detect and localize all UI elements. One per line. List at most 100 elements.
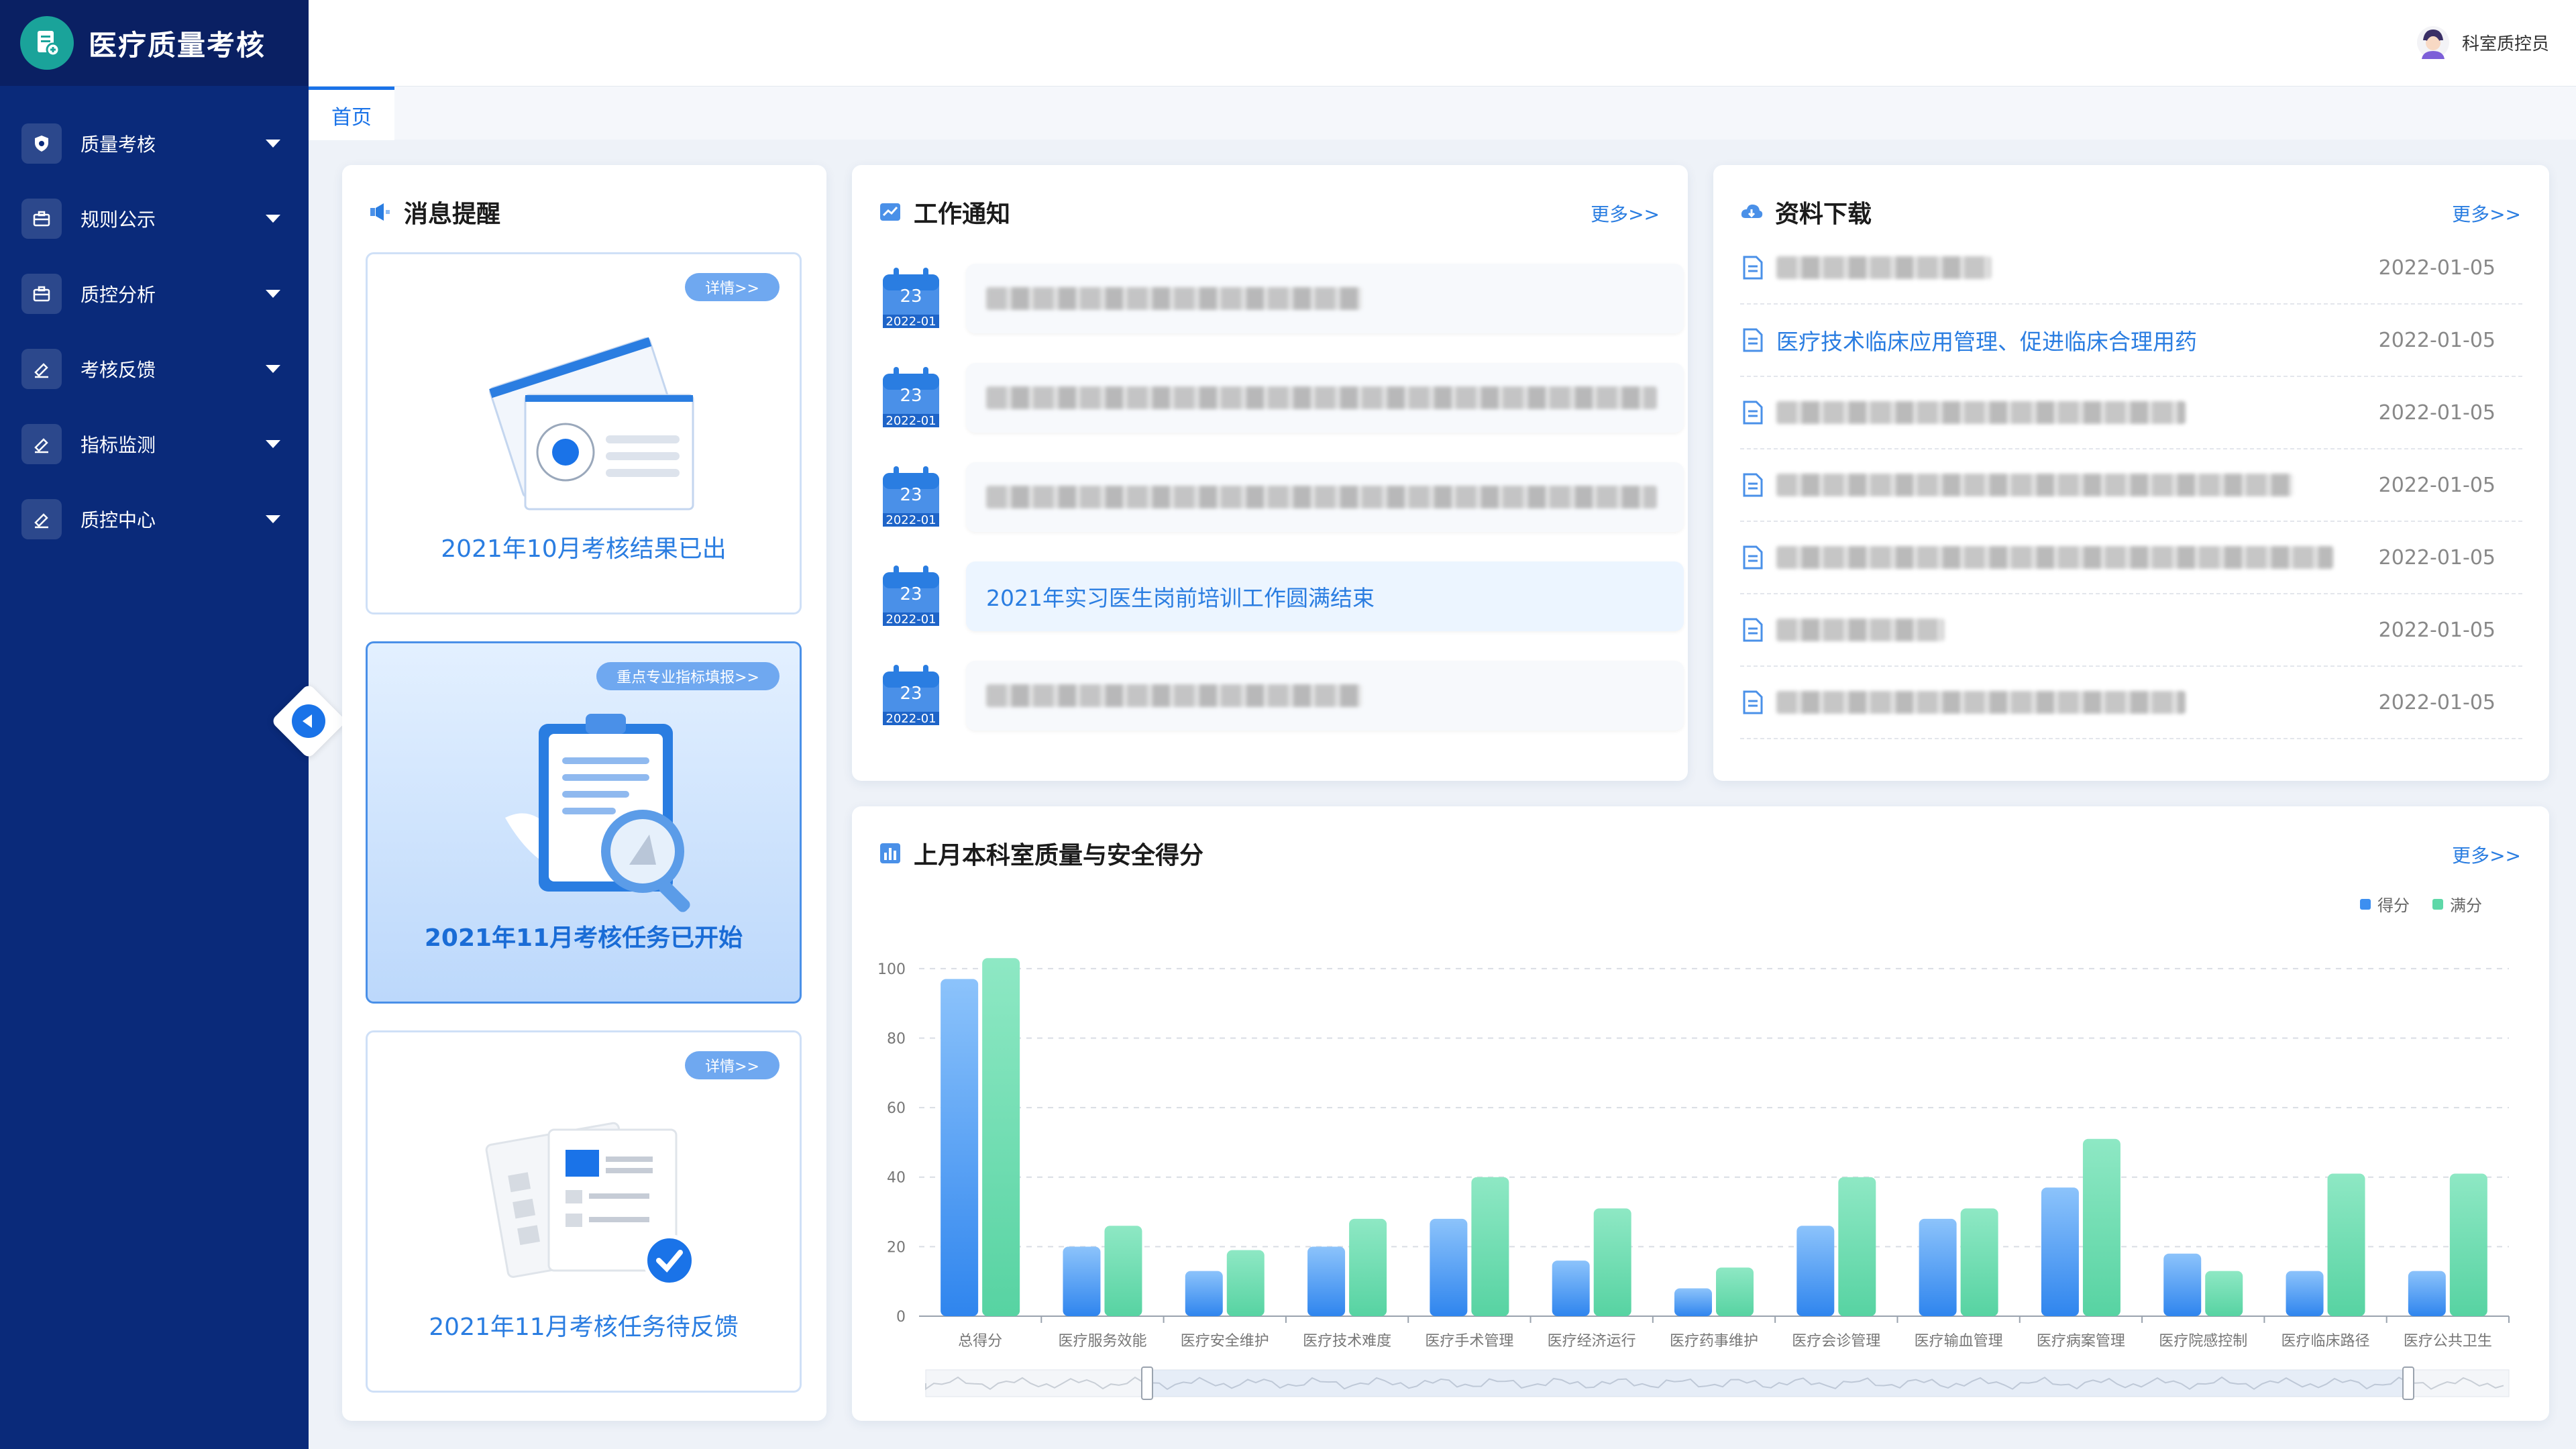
notices-more-link[interactable]: 更多>> xyxy=(1591,200,1660,227)
sidebar-item-2[interactable]: 质控分析 xyxy=(0,256,309,331)
bar-full-score xyxy=(982,958,1020,1316)
notice-box[interactable] xyxy=(966,661,1684,731)
download-item[interactable]: 2022-01-05 xyxy=(1740,377,2522,449)
y-tick-label: 100 xyxy=(877,961,906,978)
briefcase-icon xyxy=(21,274,62,314)
sidebar-item-label: 规则公示 xyxy=(80,209,156,231)
bar-score xyxy=(2041,1187,2079,1316)
message-card-task-started[interactable]: 重点专业指标填报>> 2021年11月考核任务已开始 xyxy=(366,641,802,1004)
caret-down-icon xyxy=(266,515,280,523)
notice-title[interactable]: 2021年实习医生岗前培训工作圆满结束 xyxy=(986,580,1375,612)
redacted-text xyxy=(986,486,1657,508)
y-tick-label: 0 xyxy=(896,1309,906,1326)
download-title[interactable]: 医疗技术临床应用管理、促进临床合理用药 xyxy=(1776,324,2197,356)
key-indicator-fill-link[interactable]: 重点专业指标填报>> xyxy=(596,662,780,690)
bar-full-score xyxy=(2082,1138,2121,1316)
document-icon xyxy=(1743,545,1763,570)
sidebar: 医疗质量考核 质量考核规则公示质控分析考核反馈指标监测质控中心 xyxy=(0,0,309,1449)
downloads-title: 资料下载 xyxy=(1775,201,1872,228)
messages-panel: 消息提醒 详情>> 2021年10月考核结果已出 重点专业指标填报>> 2021… xyxy=(342,165,826,1421)
download-item[interactable]: 2022-01-05 xyxy=(1740,449,2522,522)
bar-score xyxy=(1185,1271,1223,1316)
sidebar-item-label: 质量考核 xyxy=(80,133,156,156)
calendar-month: 2022-01 xyxy=(885,315,936,329)
avatar xyxy=(2416,26,2449,59)
message-card-task-feedback[interactable]: 详情>> 2021年11月考核任务待反馈 xyxy=(366,1030,802,1393)
bar-score xyxy=(2408,1271,2446,1316)
calendar-month: 2022-01 xyxy=(885,612,936,627)
download-item[interactable]: 2022-01-05 xyxy=(1740,232,2522,305)
downloads-panel: 资料下载 更多>> 2022-01-05 医疗技术临床应用管理、促进临床合理用药 2… xyxy=(1713,165,2549,781)
bar-full-score xyxy=(2327,1173,2365,1316)
app-logo[interactable]: 医疗质量考核 xyxy=(0,0,309,86)
report-illustration-icon xyxy=(489,337,694,511)
x-tick-label: 医疗输血管理 xyxy=(1915,1333,2003,1350)
notice-box[interactable]: 2021年实习医生岗前培训工作圆满结束 xyxy=(966,561,1684,631)
bar-score xyxy=(1919,1218,1957,1316)
chevron-left-icon xyxy=(292,704,325,738)
topbar: 科室质控员 xyxy=(309,0,2576,86)
download-item[interactable]: 2022-01-05 xyxy=(1740,667,2522,739)
download-date: 2022-01-05 xyxy=(2378,690,2496,714)
caret-down-icon xyxy=(266,290,280,298)
data-zoom-handle-left[interactable] xyxy=(1141,1366,1153,1400)
redacted-text xyxy=(1776,401,2186,424)
notice-box[interactable] xyxy=(966,264,1684,333)
download-date: 2022-01-05 xyxy=(2378,328,2496,352)
calendar-day: 23 xyxy=(900,386,922,406)
bar-full-score xyxy=(2449,1173,2487,1316)
y-tick-label: 40 xyxy=(887,1170,906,1187)
notice-item[interactable]: 23 2022-01 2021年实习医生岗前培训工作圆满结束 xyxy=(879,559,1684,633)
redacted-text xyxy=(1776,691,2186,714)
download-date: 2022-01-05 xyxy=(2378,256,2496,280)
redacted-text xyxy=(986,386,1657,409)
caret-down-icon xyxy=(266,215,280,223)
user-menu[interactable]: 科室质控员 xyxy=(2416,25,2549,59)
pen-icon xyxy=(21,499,62,539)
bar-full-score xyxy=(1716,1267,1754,1316)
bar-full-score xyxy=(1349,1218,1387,1316)
work-notices-title: 工作通知 xyxy=(914,201,1011,228)
sidebar-item-0[interactable]: 质量考核 xyxy=(0,106,309,181)
x-tick-label: 总得分 xyxy=(958,1333,1002,1350)
tab-home[interactable]: 首页 xyxy=(309,87,394,140)
sidebar-item-label: 质控中心 xyxy=(80,509,156,531)
bar-score xyxy=(1552,1260,1590,1316)
notice-item[interactable]: 23 2022-01 xyxy=(879,361,1684,435)
calendar-icon: 23 2022-01 xyxy=(879,465,943,529)
caret-down-icon xyxy=(266,440,280,448)
details-link[interactable]: 详情>> xyxy=(685,273,780,301)
notice-box[interactable] xyxy=(966,363,1684,433)
x-tick-label: 医疗技术难度 xyxy=(1303,1333,1391,1350)
sidebar-item-1[interactable]: 规则公示 xyxy=(0,181,309,256)
redacted-text xyxy=(986,684,1362,707)
calendar-day: 23 xyxy=(900,286,922,307)
details-link[interactable]: 详情>> xyxy=(685,1051,780,1079)
sidebar-item-label: 考核反馈 xyxy=(80,359,156,381)
calendar-icon: 23 2022-01 xyxy=(879,564,943,629)
y-tick-label: 20 xyxy=(887,1239,906,1256)
sidebar-item-3[interactable]: 考核反馈 xyxy=(0,331,309,407)
download-item[interactable]: 2022-01-05 xyxy=(1740,594,2522,667)
pen-icon xyxy=(21,424,62,464)
downloads-more-link[interactable]: 更多>> xyxy=(2452,200,2521,227)
download-date: 2022-01-05 xyxy=(2378,400,2496,425)
notice-box[interactable] xyxy=(966,462,1684,532)
download-date: 2022-01-05 xyxy=(2378,473,2496,497)
calendar-icon: 23 2022-01 xyxy=(879,266,943,331)
sidebar-item-4[interactable]: 指标监测 xyxy=(0,407,309,482)
bar-full-score xyxy=(1226,1250,1265,1316)
message-card-results[interactable]: 详情>> 2021年10月考核结果已出 xyxy=(366,252,802,614)
data-zoom-window xyxy=(1147,1370,2408,1397)
notice-item[interactable]: 23 2022-01 xyxy=(879,262,1684,335)
user-name: 科室质控员 xyxy=(2461,34,2549,54)
bar-score xyxy=(2286,1271,2324,1316)
bar-score xyxy=(941,979,979,1316)
sidebar-item-5[interactable]: 质控中心 xyxy=(0,482,309,557)
message-caption: 2021年11月考核任务已开始 xyxy=(424,924,743,952)
notice-item[interactable]: 23 2022-01 xyxy=(879,460,1684,534)
download-item[interactable]: 医疗技术临床应用管理、促进临床合理用药 2022-01-05 xyxy=(1740,305,2522,377)
notice-item[interactable]: 23 2022-01 xyxy=(879,659,1684,733)
download-item[interactable]: 2022-01-05 xyxy=(1740,522,2522,594)
data-zoom-handle-right[interactable] xyxy=(2402,1366,2414,1400)
